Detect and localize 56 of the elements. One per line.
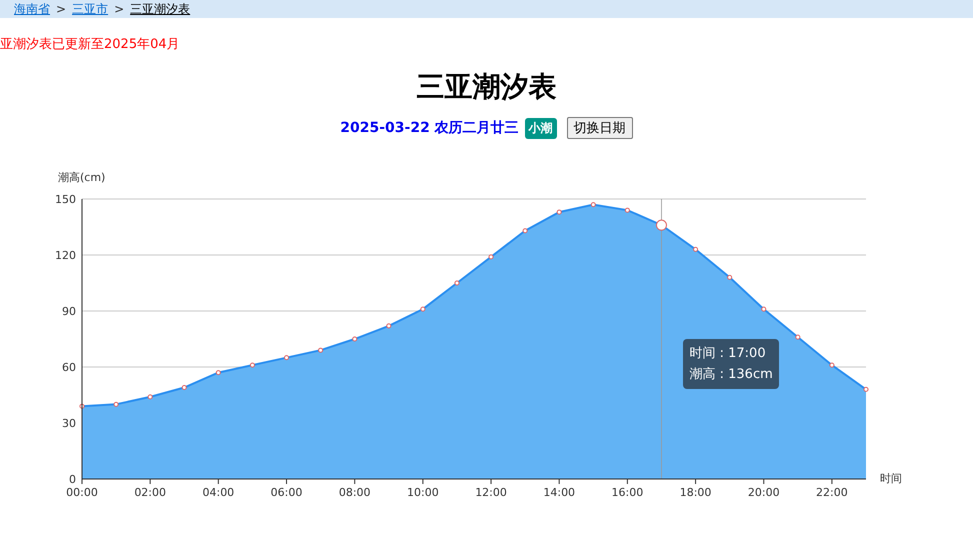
x-tick-label: 00:00	[66, 486, 98, 499]
x-tick-label: 18:00	[680, 486, 712, 499]
tooltip-text: 时间 : 17:00	[689, 345, 767, 364]
breadcrumb-separator: >	[114, 2, 124, 16]
y-tick-label: 150	[55, 193, 76, 206]
data-point	[114, 402, 119, 407]
y-axis-title: 潮高(cm)	[58, 171, 106, 184]
tooltip-text: 潮高 : 136cm	[689, 366, 773, 384]
y-tick-label: 120	[55, 249, 76, 262]
x-tick-label: 16:00	[612, 486, 644, 499]
update-notice: 亚潮汐表已更新至2025年04月	[0, 36, 181, 51]
x-tick-label: 08:00	[338, 486, 371, 499]
data-point	[590, 202, 596, 208]
data-point	[148, 394, 153, 400]
x-tick-label: 22:00	[816, 486, 848, 499]
y-tick-label: 90	[62, 305, 76, 318]
x-tick-label: 02:00	[134, 486, 166, 499]
x-tick-label: 10:00	[407, 486, 439, 499]
x-tick-label: 12:00	[475, 486, 507, 499]
data-point	[284, 355, 290, 360]
data-point	[829, 362, 834, 368]
date-text: 2025-03-22 农历二月廿三	[340, 119, 519, 137]
breadcrumb-separator: >	[56, 2, 66, 16]
breadcrumb-link[interactable]: 三亚潮汐表	[130, 2, 190, 16]
data-point	[522, 228, 528, 234]
x-tick-label: 06:00	[270, 486, 302, 499]
switch-date-button[interactable]: 切换日期	[566, 117, 633, 139]
tide-badge: 小潮	[524, 118, 557, 138]
data-point	[216, 370, 221, 376]
breadcrumb-link[interactable]: 海南省	[14, 2, 50, 16]
x-tick-label: 04:00	[202, 486, 234, 499]
data-point	[727, 274, 732, 280]
data-point	[182, 385, 187, 390]
data-point	[488, 254, 494, 260]
y-tick-label: 0	[69, 473, 76, 486]
page-title: 三亚潮汐表	[416, 69, 558, 105]
data-point	[318, 348, 324, 353]
data-point	[556, 210, 562, 215]
data-point	[352, 336, 358, 342]
data-point	[761, 306, 766, 312]
data-point	[795, 334, 800, 340]
data-point	[864, 386, 868, 392]
highlighted-point	[656, 220, 667, 231]
breadcrumb-link[interactable]: 三亚市	[72, 2, 108, 16]
data-point	[454, 280, 460, 286]
data-point	[420, 306, 426, 312]
data-point	[624, 208, 630, 213]
data-point	[250, 362, 255, 368]
data-point	[80, 404, 84, 409]
x-tick-label: 20:00	[748, 486, 780, 499]
data-point	[386, 323, 392, 328]
x-tick-label: 14:00	[543, 486, 576, 499]
y-tick-label: 60	[62, 361, 76, 374]
data-point	[693, 246, 698, 252]
x-axis-title: 时间	[880, 472, 902, 485]
y-tick-label: 30	[62, 417, 76, 430]
